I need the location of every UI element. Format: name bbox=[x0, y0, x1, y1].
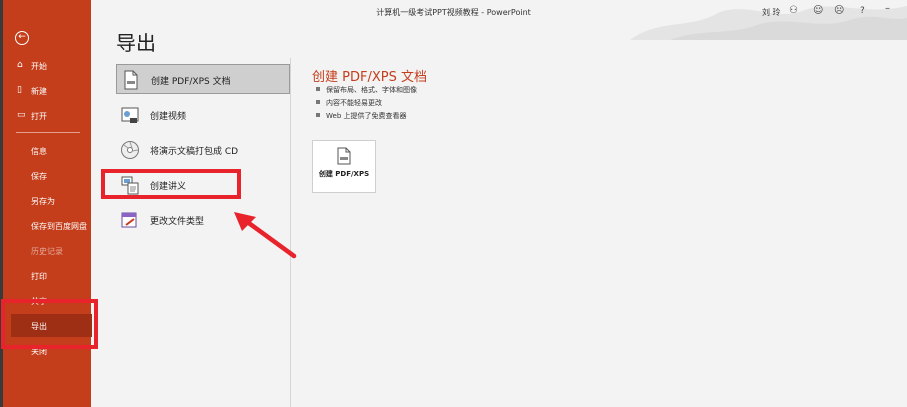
option-label: 创建视频 bbox=[150, 112, 187, 122]
option-label: 更改文件类型 bbox=[150, 217, 205, 227]
sidebar-divider bbox=[16, 132, 80, 133]
video-icon bbox=[121, 107, 139, 123]
page-title: 导出 bbox=[116, 31, 156, 55]
person-icon[interactable]: ⚇ bbox=[789, 5, 798, 16]
home-icon: ⌂ bbox=[17, 60, 23, 70]
sidebar-item-save[interactable]: 保存 bbox=[31, 171, 47, 182]
detail-bullet: 内容不能轻易更改 bbox=[316, 98, 382, 108]
pdf-doc-icon bbox=[124, 70, 138, 90]
frown-icon[interactable]: ☹ bbox=[834, 5, 844, 16]
highlight-box-handouts bbox=[101, 169, 241, 199]
smiley-icon[interactable]: ☺ bbox=[813, 5, 823, 16]
sidebar-item-save-as[interactable]: 另存为 bbox=[31, 196, 55, 207]
sidebar-item-print[interactable]: 打印 bbox=[31, 271, 47, 282]
sidebar-item-open[interactable]: 打开 bbox=[31, 111, 47, 122]
option-create-pdf-xps[interactable]: 创建 PDF/XPS 文档 bbox=[116, 64, 290, 94]
sidebar-item-save-baidu[interactable]: 保存到百度网盘 bbox=[31, 221, 87, 232]
create-pdf-xps-button[interactable]: 创建 PDF/XPS bbox=[312, 140, 376, 193]
option-package-cd[interactable]: 将演示文稿打包成 CD bbox=[116, 135, 290, 165]
pdf-doc-icon bbox=[337, 147, 351, 165]
red-arrow-annotation bbox=[234, 212, 297, 259]
option-create-video[interactable]: 创建视频 bbox=[116, 100, 290, 130]
option-label: 将演示文稿打包成 CD bbox=[150, 147, 239, 157]
help-icon[interactable]: ? bbox=[860, 6, 865, 16]
user-name[interactable]: 刘 玲 bbox=[762, 7, 781, 18]
detail-bullet: 保留布局、格式、字体和图像 bbox=[316, 85, 417, 95]
option-label: 创建 PDF/XPS 文档 bbox=[151, 77, 231, 87]
folder-icon: ▭ bbox=[17, 110, 26, 120]
highlight-box-export bbox=[1, 299, 98, 349]
sidebar-item-new[interactable]: 新建 bbox=[31, 86, 47, 97]
minimize-icon[interactable]: – bbox=[885, 3, 890, 14]
detail-title: 创建 PDF/XPS 文档 bbox=[312, 70, 427, 85]
back-button[interactable]: ← bbox=[15, 31, 29, 45]
detail-bullet: Web 上提供了免费查看器 bbox=[316, 111, 407, 121]
new-doc-icon: ▯ bbox=[17, 85, 22, 95]
create-pdf-xps-label: 创建 PDF/XPS bbox=[318, 170, 370, 178]
sidebar-item-home[interactable]: 开始 bbox=[31, 61, 47, 72]
sidebar-item-info[interactable]: 信息 bbox=[31, 146, 47, 157]
file-type-icon bbox=[121, 212, 137, 228]
back-arrow-icon: ← bbox=[18, 32, 26, 42]
sidebar-item-history[interactable]: 历史记录 bbox=[31, 246, 63, 257]
cd-icon bbox=[121, 141, 139, 159]
